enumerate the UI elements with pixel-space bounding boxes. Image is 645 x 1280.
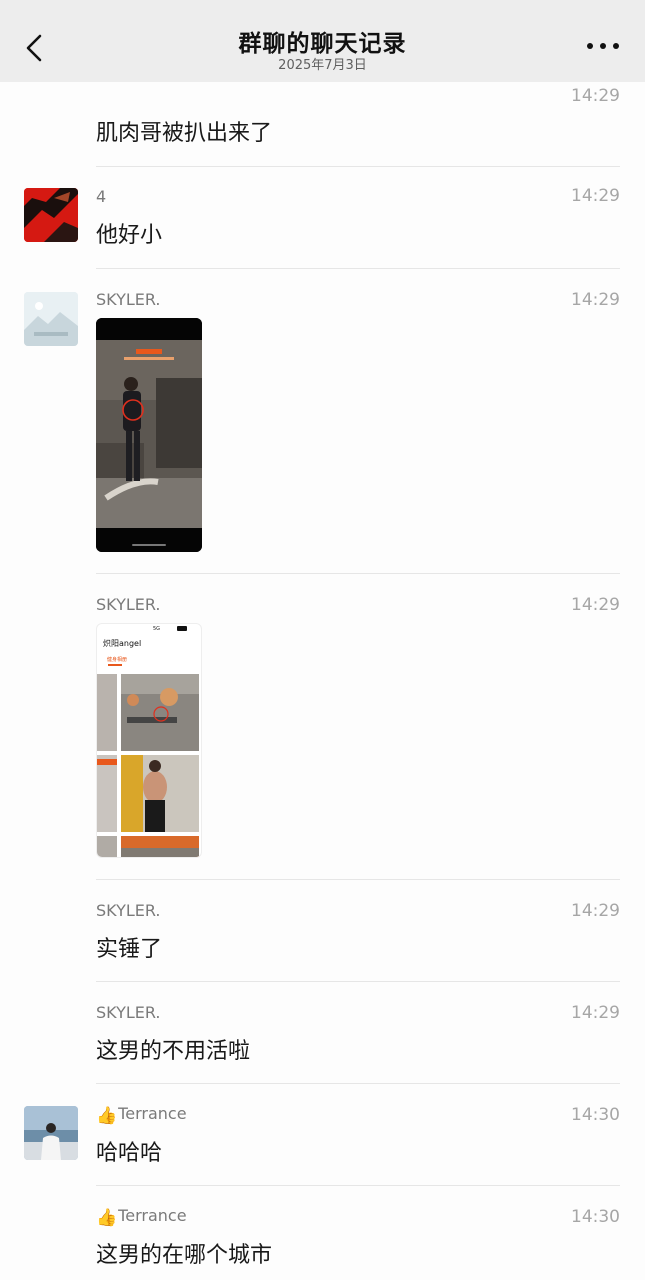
message-item[interactable]: 4 14:29 他好小	[0, 168, 645, 270]
more-dot-icon	[600, 43, 606, 49]
thumbs-up-icon: 👍	[96, 1208, 118, 1228]
divider	[96, 1185, 620, 1186]
message-item[interactable]: 14:29 肌肉哥被扒出来了	[0, 82, 645, 168]
avatar[interactable]	[24, 188, 78, 242]
sender-name: 4	[96, 187, 107, 206]
message-text[interactable]: 哈哈哈	[96, 1135, 162, 1167]
profile-name: 炽阳angel	[103, 639, 142, 648]
album-tab: 健身相册	[107, 657, 128, 663]
message-time: 14:29	[571, 1003, 620, 1023]
more-dot-icon	[613, 43, 619, 49]
divider	[96, 268, 620, 269]
more-dot-icon	[587, 43, 593, 49]
message-text[interactable]: 这男的不用活啦	[96, 1033, 250, 1065]
message-item[interactable]: SKYLER. 14:29 这男的不用活啦	[0, 983, 645, 1085]
message-item[interactable]: 👍Terrance 14:30 哈哈哈	[0, 1085, 645, 1187]
sender-name: 👍Terrance	[96, 1206, 187, 1228]
video-frame-image	[96, 318, 202, 552]
divider	[96, 1083, 620, 1084]
red-black-avatar-icon	[24, 188, 78, 242]
avatar[interactable]	[24, 1106, 78, 1160]
page-date: 2025年7月3日	[278, 58, 367, 73]
sender-name: SKYLER.	[96, 595, 161, 614]
page-title: 群聊的聊天记录	[238, 31, 407, 57]
divider	[96, 879, 620, 880]
more-button[interactable]	[587, 38, 619, 54]
message-time: 14:29	[571, 290, 620, 310]
person-by-sea-icon	[24, 1106, 78, 1160]
message-time: 14:30	[571, 1207, 620, 1227]
phone-status-text: 5G	[153, 626, 161, 632]
message-time: 14:29	[571, 86, 620, 106]
avatar[interactable]	[24, 292, 78, 346]
tab-underline	[108, 664, 122, 666]
divider	[96, 981, 620, 982]
divider	[96, 573, 620, 574]
header-bar: 群聊的聊天记录 2025年7月3日	[0, 0, 645, 82]
message-time: 14:30	[571, 1105, 620, 1125]
message-time: 14:29	[571, 186, 620, 206]
message-item[interactable]: SKYLER. 14:29 实锤了	[0, 881, 645, 983]
placeholder-landscape-icon	[24, 292, 78, 346]
sender-name: SKYLER.	[96, 901, 161, 920]
photo-grid-image	[97, 674, 199, 857]
message-text[interactable]: 这男的在哪个城市	[96, 1237, 272, 1269]
message-item[interactable]: SKYLER. 14:29 5G 炽阳angel 健身相册	[0, 575, 645, 881]
message-text[interactable]: 肌肉哥被扒出来了	[96, 115, 272, 147]
message-time: 14:29	[571, 595, 620, 615]
divider	[96, 166, 620, 167]
sender-name-text: Terrance	[118, 1206, 187, 1225]
sender-name: SKYLER.	[96, 1003, 161, 1022]
message-time: 14:29	[571, 901, 620, 921]
image-thumbnail[interactable]: 5G 炽阳angel 健身相册	[96, 623, 202, 858]
battery-icon	[177, 626, 187, 631]
thumbs-up-icon: 👍	[96, 1106, 118, 1126]
video-thumbnail[interactable]	[96, 318, 202, 552]
message-text[interactable]: 实锤了	[96, 931, 162, 963]
sender-name: 👍Terrance	[96, 1104, 187, 1126]
sender-name: SKYLER.	[96, 290, 161, 309]
message-item[interactable]: SKYLER. 14:29	[0, 270, 645, 575]
message-item[interactable]: 👍Terrance 14:30 这男的在哪个城市	[0, 1187, 645, 1280]
sender-name-text: Terrance	[118, 1104, 187, 1123]
message-text[interactable]: 他好小	[96, 217, 162, 249]
